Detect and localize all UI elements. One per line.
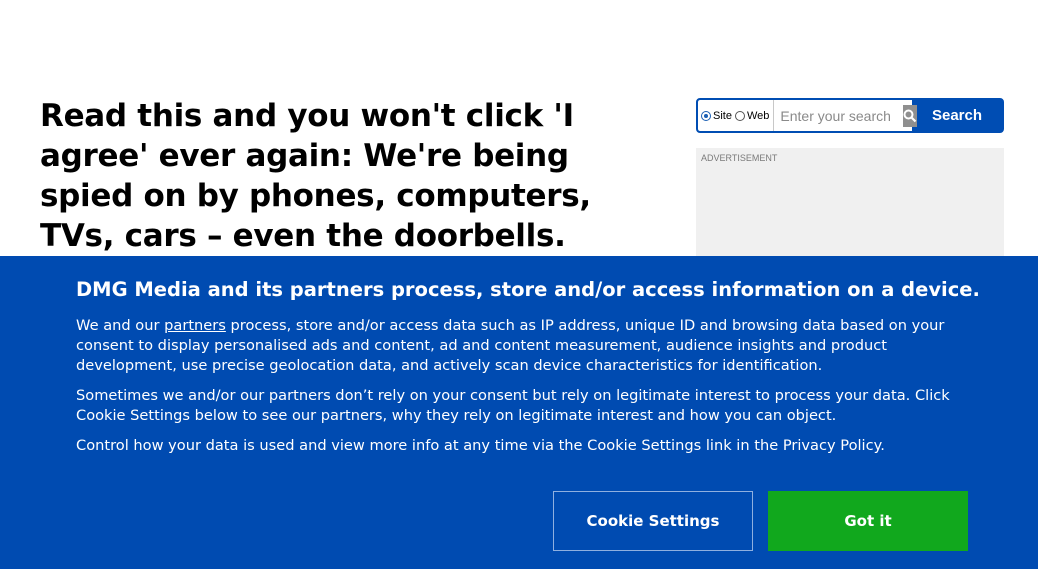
got-it-button[interactable]: Got it	[768, 491, 968, 551]
search-option-site[interactable]: Site	[701, 110, 732, 122]
cookie-settings-button[interactable]: Cookie Settings	[553, 491, 753, 551]
search-button[interactable]: Search	[912, 100, 1002, 131]
search-field-group: Site Web	[698, 100, 918, 131]
search-bar: Site Web Search	[696, 98, 1004, 133]
consent-paragraph-1: We and our partners process, store and/o…	[76, 316, 976, 376]
advertisement-label: ADVERTISEMENT	[701, 153, 778, 163]
radio-checked-icon[interactable]	[701, 110, 711, 121]
search-option-site-label: Site	[713, 109, 732, 122]
partners-link[interactable]: partners	[164, 317, 226, 334]
consent-p1-intro: We and our	[76, 317, 165, 334]
consent-paragraph-3: Control how your data is used and view m…	[76, 437, 885, 454]
consent-title: DMG Media and its partners process, stor…	[76, 278, 980, 301]
search-option-web-label: Web	[746, 109, 770, 122]
advertisement-slot: ADVERTISEMENT	[696, 148, 1004, 268]
radio-unchecked-icon[interactable]	[734, 110, 745, 121]
consent-paragraph-2: Sometimes we and/or our partners don’t r…	[76, 387, 950, 424]
search-input[interactable]	[773, 100, 902, 131]
cookie-consent-banner: DMG Media and its partners process, stor…	[0, 256, 1038, 569]
search-option-web[interactable]: Web	[734, 109, 770, 122]
